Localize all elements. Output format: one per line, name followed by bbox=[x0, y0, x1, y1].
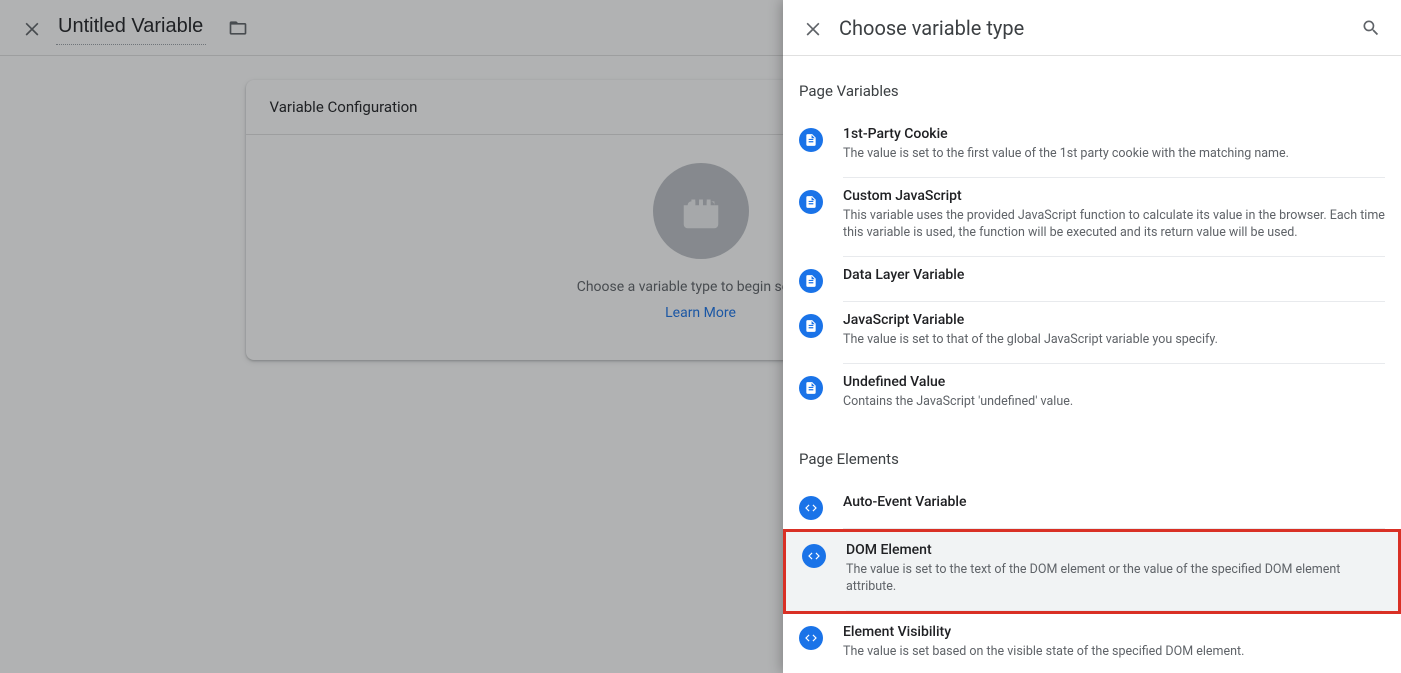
document-icon bbox=[799, 269, 823, 293]
variable-type-description: This variable uses the provided JavaScri… bbox=[843, 208, 1385, 242]
panel-title: Choose variable type bbox=[839, 16, 1351, 40]
code-icon bbox=[799, 626, 823, 650]
code-icon bbox=[799, 496, 823, 520]
variable-type-title: Custom JavaScript bbox=[843, 188, 1385, 204]
variable-type-description: The value is set based on the visible st… bbox=[843, 644, 1385, 661]
variable-type-title: DOM Element bbox=[846, 542, 1382, 558]
variable-type-title: JavaScript Variable bbox=[843, 312, 1385, 328]
variable-type-title: Auto-Event Variable bbox=[843, 494, 1385, 510]
variable-type-undefined-value[interactable]: Undefined Value Contains the JavaScript '… bbox=[783, 364, 1401, 425]
document-icon bbox=[799, 190, 823, 214]
document-icon bbox=[799, 376, 823, 400]
variable-type-custom-javascript[interactable]: Custom JavaScript This variable uses the … bbox=[783, 178, 1401, 257]
variable-type-title: Undefined Value bbox=[843, 374, 1385, 390]
variable-type-title: Data Layer Variable bbox=[843, 267, 1385, 283]
document-icon bbox=[799, 128, 823, 152]
variable-type-title: Element Visibility bbox=[843, 624, 1385, 640]
code-icon bbox=[802, 544, 826, 568]
variable-type-first-party-cookie[interactable]: 1st-Party Cookie The value is set to the … bbox=[783, 116, 1401, 178]
variable-type-panel: Choose variable type Page Variables1st-P… bbox=[783, 0, 1401, 673]
search-button[interactable] bbox=[1351, 8, 1391, 48]
variable-type-description: The value is set to the text of the DOM … bbox=[846, 562, 1382, 596]
section-title: Page Elements bbox=[783, 424, 1401, 484]
panel-body[interactable]: Page Variables 1st-Party Cookie The value … bbox=[783, 56, 1401, 673]
document-icon bbox=[799, 314, 823, 338]
variable-type-data-layer-variable[interactable]: Data Layer Variable bbox=[783, 257, 1401, 302]
panel-header: Choose variable type bbox=[783, 0, 1401, 56]
variable-type-title: 1st-Party Cookie bbox=[843, 126, 1385, 142]
variable-type-dom-element[interactable]: DOM Element The value is set to the text … bbox=[783, 529, 1401, 614]
variable-type-description: The value is set to that of the global J… bbox=[843, 332, 1385, 349]
search-icon bbox=[1361, 18, 1381, 38]
variable-type-description: Contains the JavaScript 'undefined' valu… bbox=[843, 394, 1385, 411]
variable-type-description: The value is set to the first value of t… bbox=[843, 146, 1385, 163]
close-icon bbox=[803, 18, 823, 38]
section-title: Page Variables bbox=[783, 76, 1401, 116]
variable-type-element-visibility[interactable]: Element Visibility The value is set based… bbox=[783, 614, 1401, 673]
variable-type-javascript-variable[interactable]: JavaScript Variable The value is set to t… bbox=[783, 302, 1401, 364]
close-panel-button[interactable] bbox=[793, 8, 833, 48]
variable-type-auto-event-variable[interactable]: Auto-Event Variable bbox=[783, 484, 1401, 529]
